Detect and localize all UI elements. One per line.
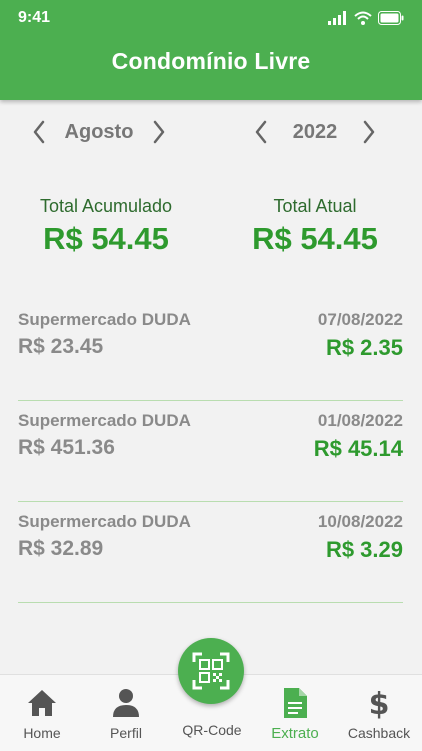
- nav-home-label: Home: [23, 725, 61, 741]
- nav-home[interactable]: Home: [0, 675, 84, 751]
- transaction-date: 10/08/2022: [317, 512, 403, 531]
- period-selector: Agosto 2022: [0, 112, 422, 152]
- nav-statement[interactable]: Extrato: [253, 675, 337, 751]
- nav-profile-label: Perfil: [110, 725, 142, 741]
- total-accumulated: Total Acumulado R$ 54.45: [6, 196, 206, 257]
- total-accumulated-label: Total Acumulado: [39, 196, 173, 216]
- person-icon: [112, 687, 140, 719]
- transaction-store: Supermercado DUDA: [18, 411, 191, 430]
- status-icons: [328, 11, 404, 25]
- nav-cashback-label: Cashback: [347, 725, 411, 741]
- battery-icon: [378, 11, 404, 25]
- transaction-list: Supermercado DUDA R$ 23.45 07/08/2022 R$…: [18, 300, 403, 603]
- chevron-right-icon: [363, 120, 375, 144]
- transaction-row[interactable]: Supermercado DUDA R$ 23.45 07/08/2022 R$…: [18, 300, 403, 401]
- year-prev-button[interactable]: [248, 112, 274, 152]
- month-next-button[interactable]: [146, 112, 172, 152]
- nav-statement-label: Extrato: [271, 725, 319, 742]
- chevron-right-icon: [153, 120, 165, 144]
- transaction-cashback: R$ 2.35: [325, 335, 403, 360]
- nav-profile[interactable]: Perfil: [84, 675, 168, 751]
- year-next-button[interactable]: [356, 112, 382, 152]
- transaction-cashback: R$ 3.29: [325, 537, 403, 562]
- svg-text:$: $: [369, 687, 390, 720]
- month-prev-button[interactable]: [26, 112, 52, 152]
- transaction-amount: R$ 23.45: [18, 335, 104, 358]
- chevron-left-icon: [33, 120, 45, 144]
- transaction-cashback: R$ 45.14: [313, 436, 403, 461]
- dollar-icon: $: [368, 687, 390, 720]
- year-selector: 2022: [248, 112, 382, 152]
- totals-summary: Total Acumulado R$ 54.45 Total Atual R$ …: [0, 196, 422, 266]
- total-accumulated-value: R$ 54.45: [43, 221, 169, 256]
- total-current: Total Atual R$ 54.45: [215, 196, 415, 257]
- wifi-icon: [354, 11, 372, 25]
- app-header: 9:41 Condomínio Livre: [0, 0, 422, 100]
- qr-code-label: QR-Code: [182, 722, 242, 738]
- home-icon: [26, 687, 58, 719]
- transaction-row[interactable]: Supermercado DUDA R$ 451.36 01/08/2022 R…: [18, 401, 403, 502]
- qr-code-button[interactable]: [178, 638, 244, 704]
- status-time: 9:41: [18, 9, 51, 26]
- transaction-date: 01/08/2022: [317, 411, 403, 430]
- transaction-amount: R$ 32.89: [18, 537, 104, 560]
- total-current-value: R$ 54.45: [252, 221, 378, 256]
- page-title: Condomínio Livre: [111, 48, 311, 74]
- year-value: 2022: [292, 120, 338, 143]
- transaction-store: Supermercado DUDA: [18, 512, 191, 531]
- nav-cashback[interactable]: $ Cashback: [337, 675, 421, 751]
- chevron-left-icon: [255, 120, 267, 144]
- transaction-store: Supermercado DUDA: [18, 310, 191, 329]
- month-value: Agosto: [64, 120, 134, 143]
- transaction-row[interactable]: Supermercado DUDA R$ 32.89 10/08/2022 R$…: [18, 502, 403, 603]
- transaction-amount: R$ 451.36: [18, 436, 115, 459]
- status-bar: 9:41: [0, 0, 422, 36]
- transaction-date: 07/08/2022: [317, 310, 403, 329]
- signal-icon: [328, 11, 346, 25]
- qr-code-icon: [192, 652, 230, 690]
- month-selector: Agosto: [26, 112, 172, 152]
- total-current-label: Total Atual: [273, 196, 357, 216]
- document-icon: [282, 687, 308, 719]
